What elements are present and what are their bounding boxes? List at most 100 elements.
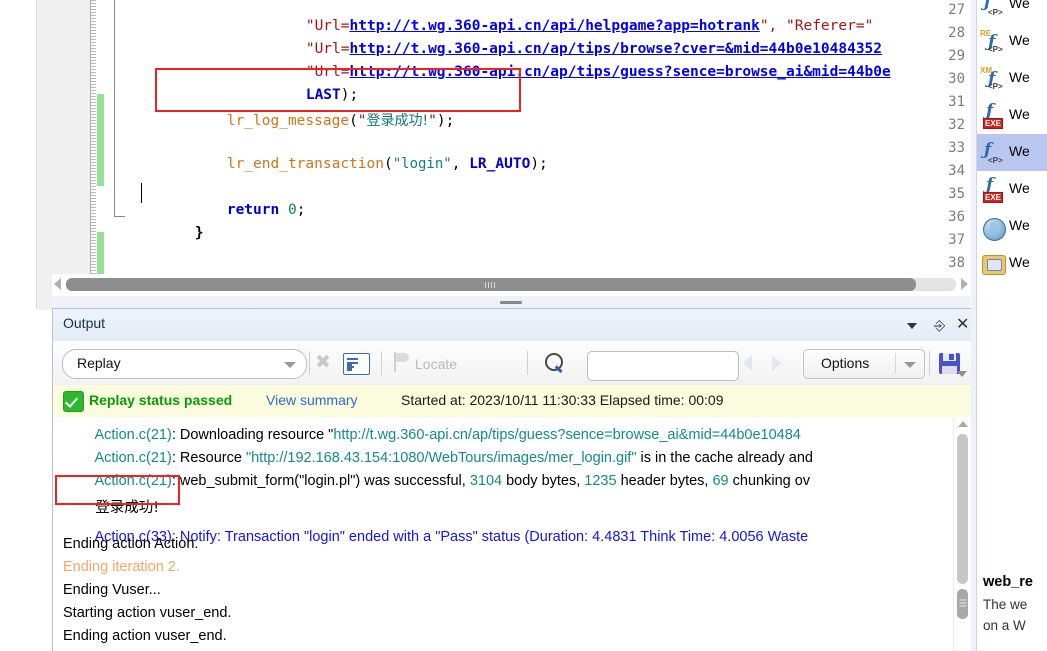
code-quote: " <box>428 113 437 129</box>
list-item[interactable]: ƒ EXE We <box>977 97 1047 134</box>
function-doc-title: web_re <box>983 574 1033 590</box>
code-punct: ( <box>383 156 393 172</box>
param-tag: <P> <box>988 82 1003 91</box>
panel-menu-button[interactable] <box>903 316 921 334</box>
scrollbar-grip-icon <box>485 281 497 288</box>
code-punct: ( <box>349 113 358 129</box>
toolbar-separator <box>309 351 310 375</box>
search-icon[interactable] <box>545 353 565 373</box>
scrollbar-thumb[interactable] <box>66 278 916 291</box>
change-marker <box>97 232 104 274</box>
function-exe-icon: ƒ EXE <box>980 175 1006 203</box>
log-text: Ending action vuser_end. <box>63 628 227 644</box>
code-punct: ); <box>436 113 455 129</box>
code-text[interactable]: "Url=http://t.wg.360-api.cn/api/helpgame… <box>130 0 970 274</box>
status-badge: Replay status passed <box>89 392 233 408</box>
log-text: Ending action Action. <box>63 536 199 552</box>
function-param-icon: ƒ <P> <box>980 140 1006 166</box>
close-icon: ✕ <box>956 316 970 333</box>
status-pass-icon <box>63 391 84 412</box>
fold-guide-end <box>114 208 125 217</box>
log-text: Ending Vuser... <box>63 582 161 598</box>
output-toolbar: Replay ✖ Locate Options <box>53 341 971 386</box>
output-panel-title: Output <box>63 315 106 331</box>
panel-close-button[interactable]: ✕ <box>953 316 971 334</box>
output-source-select[interactable]: Replay <box>62 349 307 379</box>
list-item[interactable]: RE ƒ <P> We <box>977 23 1047 60</box>
list-item-selected[interactable]: ƒ <P> We <box>977 134 1047 171</box>
word-wrap-button[interactable] <box>343 353 370 375</box>
toolbar-separator <box>929 351 930 375</box>
function-doc-line: on a W <box>983 618 1026 633</box>
output-log[interactable]: Action.c(21): Downloading resource "http… <box>53 417 971 651</box>
exe-tag: EXE <box>983 192 1004 203</box>
replay-status-bar: Replay status passed View summary Starte… <box>53 385 971 418</box>
log-text: Starting action vuser_end. <box>63 605 232 621</box>
list-item[interactable]: ƒ EXE We <box>977 171 1047 208</box>
scroll-left-arrow-icon[interactable] <box>54 278 61 290</box>
search-input[interactable] <box>587 351 739 381</box>
text-caret <box>141 183 142 203</box>
panel-splitter[interactable] <box>52 296 970 308</box>
code-quote: " <box>357 113 367 129</box>
chevron-down-icon <box>904 362 916 368</box>
function-list[interactable]: ƒ <P> We RE ƒ <P> We XM ƒ <P> We ƒ EXE W… <box>977 0 1047 560</box>
scroll-right-arrow-icon[interactable] <box>961 278 968 290</box>
list-item-label: We <box>1009 106 1030 122</box>
line-number-column <box>52 0 91 274</box>
log-text: body bytes, <box>502 473 585 489</box>
scrollbar-thumb[interactable] <box>957 434 968 584</box>
left-gutter-secondary <box>37 0 52 310</box>
code-keyword: return <box>226 202 280 218</box>
list-item[interactable]: ƒ <P> We <box>977 0 1047 23</box>
line-number-separator <box>90 0 96 274</box>
list-item[interactable]: We <box>977 208 1047 245</box>
button-separator <box>895 353 896 374</box>
list-item[interactable]: We <box>977 245 1047 282</box>
scroll-up-arrow-icon[interactable] <box>958 421 968 427</box>
param-tag: <P> <box>988 156 1003 165</box>
options-button[interactable]: Options <box>803 349 925 379</box>
fold-guide <box>114 0 115 208</box>
output-vertical-scrollbar[interactable] <box>953 417 971 651</box>
list-item-label: We <box>1009 143 1030 159</box>
arrow-right-icon <box>772 355 781 371</box>
toolbar-overflow-icon[interactable] <box>957 371 967 377</box>
function-exe-icon: ƒ EXE <box>980 101 1006 129</box>
scrollbar-thumb-secondary[interactable] <box>957 589 968 619</box>
code-number: 0 <box>287 202 297 218</box>
message-icon <box>980 251 1006 277</box>
code-punct: ); <box>530 156 548 172</box>
view-summary-link[interactable]: View summary <box>266 392 358 408</box>
list-item-label: We <box>1009 69 1030 85</box>
log-text: Ending iteration 2. <box>63 559 180 575</box>
log-text: : web_submit_form("login.pl") was succes… <box>171 473 470 489</box>
arrow-left-icon <box>743 355 752 371</box>
clear-button[interactable]: ✖ <box>315 353 331 372</box>
toolbar-separator <box>527 351 528 375</box>
locate-button[interactable]: Locate <box>415 356 457 372</box>
log-text: header bytes, <box>616 473 713 489</box>
find-next-button[interactable] <box>772 355 789 371</box>
exe-tag: EXE <box>983 118 1004 129</box>
list-item-label: We <box>1009 254 1030 270</box>
wrap-arrow-icon <box>347 363 352 371</box>
message-shape <box>982 255 1006 275</box>
application-window: 27 28 29 30 31 32 33 34 35 36 37 38 "Url… <box>0 0 1047 651</box>
function-list-panel: ƒ <P> We RE ƒ <P> We XM ƒ <P> We ƒ EXE W… <box>971 0 1047 651</box>
function-param-icon: ƒ <P> <box>980 0 1006 18</box>
output-panel-titlebar: Output ⎆ ✕ <box>53 309 971 342</box>
code-editor[interactable]: 27 28 29 30 31 32 33 34 35 36 37 38 "Url… <box>52 0 970 274</box>
wrap-line-1-icon <box>347 358 358 360</box>
list-item[interactable]: XM ƒ <P> We <box>977 60 1047 97</box>
locate-flag-icon[interactable] <box>393 352 409 372</box>
code-url[interactable]: http://t.wg.360-api.cn/ap/tips/guess?sen… <box>350 64 891 80</box>
list-item-label: We <box>1009 217 1030 233</box>
find-previous-button[interactable] <box>743 355 760 371</box>
panel-pin-button[interactable]: ⎆ <box>929 316 947 334</box>
log-text: chunking ov <box>728 473 811 489</box>
toolbar-separator <box>381 351 382 375</box>
list-item-label: We <box>1009 32 1030 48</box>
editor-horizontal-scrollbar[interactable] <box>52 274 970 296</box>
